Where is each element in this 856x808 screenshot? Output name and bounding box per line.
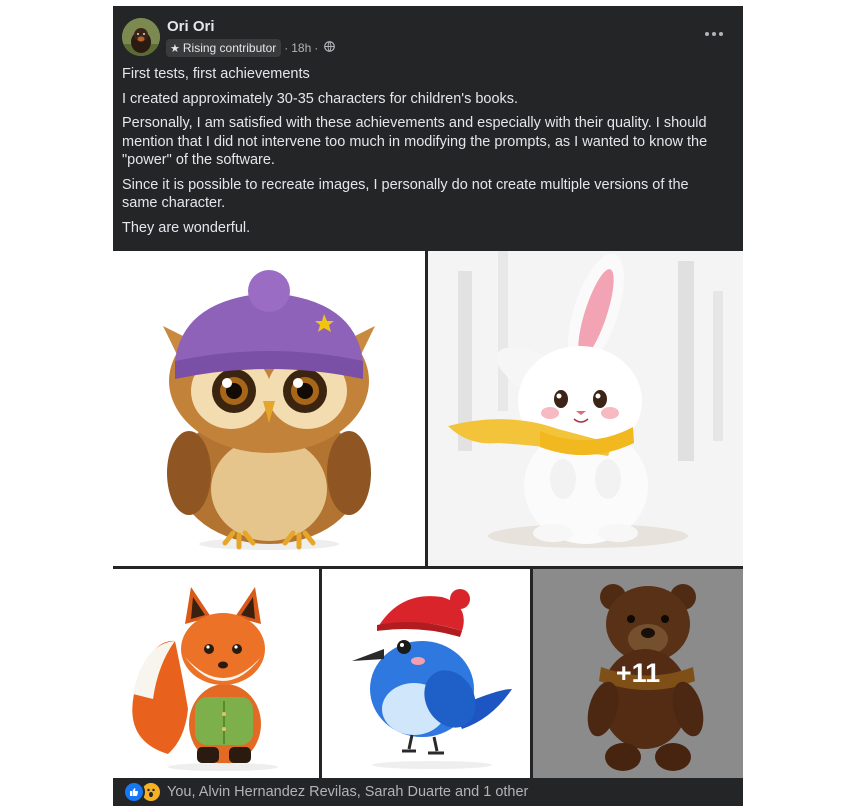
reactions-bar[interactable]: You, Alvin Hernandez Revilas, Sarah Duar… <box>113 778 743 806</box>
photo-bird[interactable] <box>322 569 530 778</box>
post-timestamp[interactable]: 18h <box>291 41 311 55</box>
author-name[interactable]: Ori Ori <box>167 18 215 35</box>
post-paragraph: They are wonderful. <box>122 219 251 236</box>
meta-separator: · <box>284 41 289 55</box>
more-photos-overlay[interactable]: +11 <box>533 569 743 778</box>
post-meta: ★ Rising contributor · 18h · <box>166 39 336 57</box>
post-card: Ori Ori ★ Rising contributor · 18h · Fir… <box>113 6 743 806</box>
post-paragraph: Personally, I am satisfied with these ac… <box>122 115 708 168</box>
photo-grid: +11 <box>113 251 743 778</box>
post-paragraph: First tests, first achievements <box>122 66 310 82</box>
globe-icon[interactable] <box>324 41 336 55</box>
photo-fox[interactable] <box>113 569 319 778</box>
photo-rabbit[interactable] <box>428 251 743 566</box>
post-text: First tests, first achievements I create… <box>122 65 722 243</box>
photo-owl[interactable] <box>113 251 425 566</box>
like-icon[interactable] <box>123 781 145 803</box>
post-paragraph: I created approximately 30-35 characters… <box>122 90 519 107</box>
post-paragraph: Since it is possible to recreate images,… <box>122 176 689 212</box>
photo-bear-more[interactable]: +11 <box>533 569 743 778</box>
star-icon: ★ <box>170 42 180 55</box>
reactions-text[interactable]: You, Alvin Hernandez Revilas, Sarah Duar… <box>167 784 528 800</box>
more-options-icon[interactable] <box>703 28 725 40</box>
meta-separator-2: · <box>314 41 319 55</box>
badge-label: Rising contributor <box>182 41 277 55</box>
rising-contributor-badge[interactable]: ★ Rising contributor <box>166 39 282 57</box>
author-avatar[interactable] <box>122 18 160 56</box>
post-header: Ori Ori ★ Rising contributor · 18h · <box>113 6 743 62</box>
reaction-icons[interactable] <box>123 781 162 803</box>
